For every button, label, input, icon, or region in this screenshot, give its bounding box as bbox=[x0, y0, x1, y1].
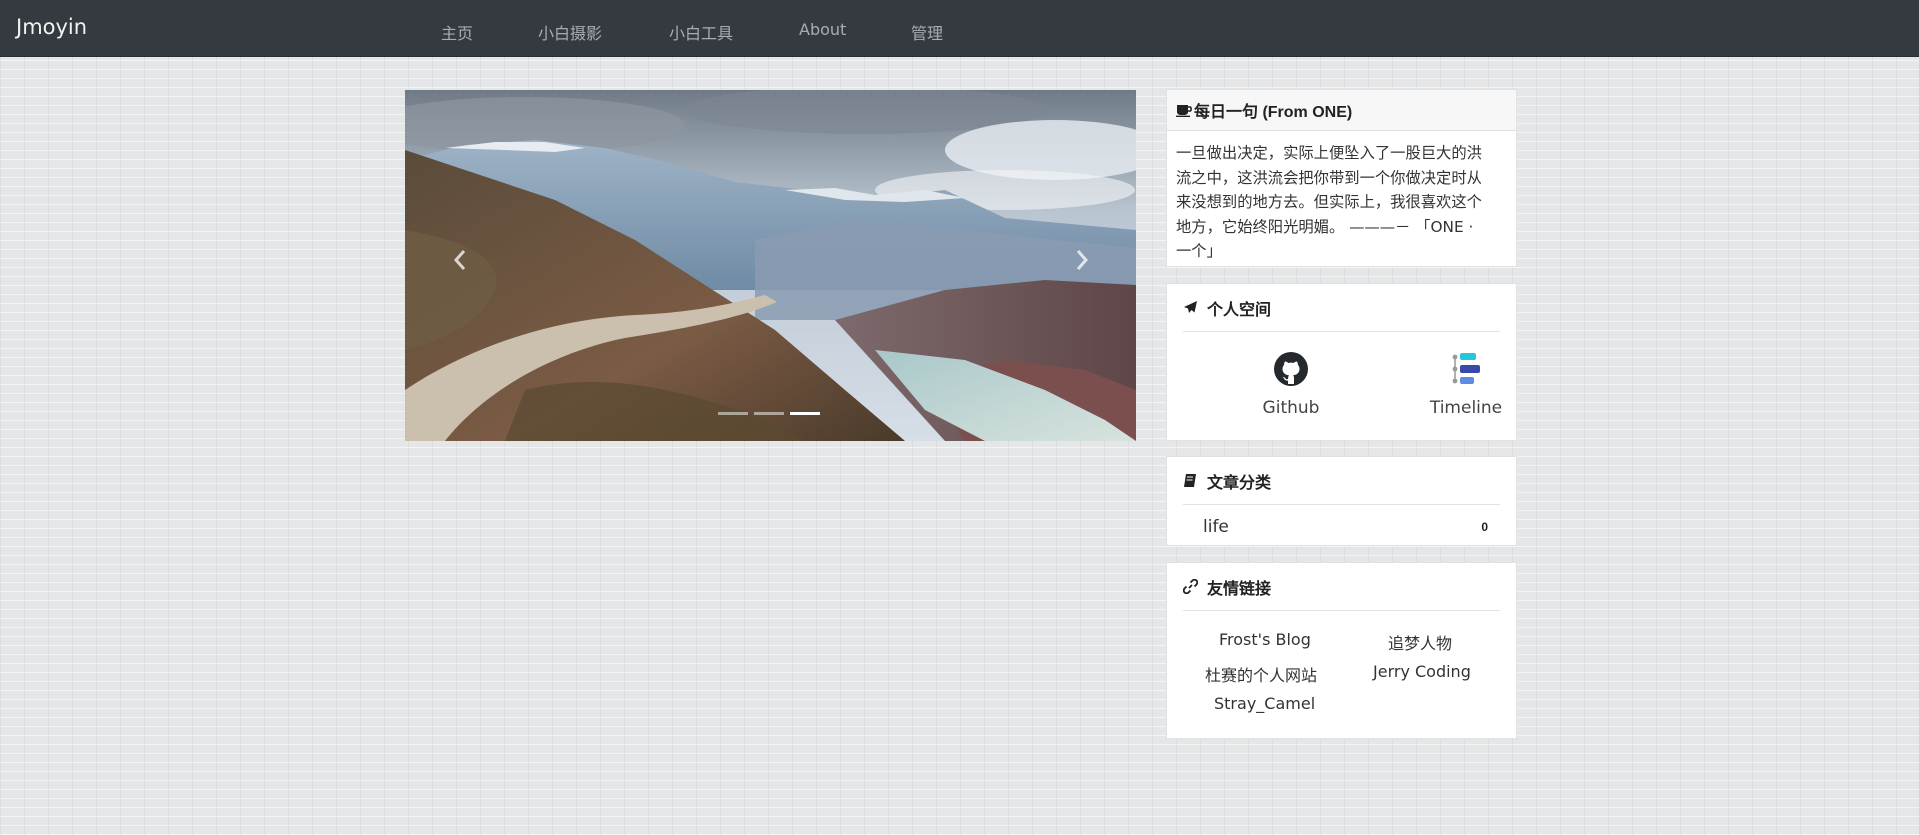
friend-link-dusai[interactable]: 杜赛的个人网站 bbox=[1205, 662, 1317, 686]
categories-header: 文章分类 bbox=[1183, 457, 1500, 505]
timeline-icon bbox=[1452, 353, 1480, 384]
carousel-slide-image bbox=[405, 90, 1136, 441]
daily-quote-card: 每日一句 (From ONE) 一旦做出决定，实际上便坠入了一股巨大的洪 流之中… bbox=[1166, 89, 1517, 267]
carousel-indicator-3[interactable] bbox=[790, 412, 820, 415]
friend-links-title: 友情链接 bbox=[1207, 580, 1272, 598]
nav-item-photography[interactable]: 小白摄影 bbox=[538, 20, 602, 44]
daily-quote-title: 每日一句 (From ONE) bbox=[1194, 104, 1353, 121]
friend-link-zhuimeng[interactable]: 追梦人物 bbox=[1388, 630, 1452, 654]
timeline-label: Timeline bbox=[1429, 398, 1503, 418]
timeline-link[interactable]: Timeline bbox=[1401, 350, 1531, 418]
brand-logo[interactable]: Jmoyin bbox=[16, 15, 87, 39]
friend-link-jerry[interactable]: Jerry Coding bbox=[1373, 662, 1471, 681]
categories-card: 文章分类 life 0 bbox=[1166, 456, 1517, 546]
nav-item-home[interactable]: 主页 bbox=[441, 20, 473, 44]
categories-title: 文章分类 bbox=[1207, 474, 1272, 492]
quote-line: 来没想到的地方去。但实际上，我很喜欢这个 bbox=[1176, 193, 1482, 211]
personal-space-header: 个人空间 bbox=[1183, 284, 1500, 332]
github-label: Github bbox=[1262, 398, 1320, 418]
friend-links-card: 友情链接 Frost's Blog 追梦人物 杜赛的个人网站 Jerry Cod… bbox=[1166, 562, 1517, 739]
book-icon bbox=[1183, 473, 1199, 488]
friend-links-header: 友情链接 bbox=[1183, 563, 1500, 611]
personal-space-card: 个人空间 Github Timeline bbox=[1166, 283, 1517, 441]
carousel-indicator-2[interactable] bbox=[754, 412, 784, 415]
coffee-cup-icon bbox=[1176, 105, 1192, 117]
github-link[interactable]: Github bbox=[1226, 350, 1356, 418]
quote-line: 一旦做出决定，实际上便坠入了一股巨大的洪 bbox=[1176, 144, 1482, 162]
paper-plane-icon bbox=[1183, 300, 1199, 315]
carousel-indicator-1[interactable] bbox=[718, 412, 748, 415]
chevron-left-icon bbox=[453, 250, 466, 270]
quote-line: 一个」 bbox=[1176, 242, 1222, 260]
nav-item-admin[interactable]: 管理 bbox=[911, 20, 943, 44]
nav-item-tools[interactable]: 小白工具 bbox=[669, 20, 733, 44]
category-count-badge: 0 bbox=[1481, 520, 1488, 534]
carousel-prev-button[interactable] bbox=[445, 240, 475, 280]
link-icon bbox=[1183, 579, 1199, 594]
github-icon bbox=[1274, 352, 1308, 386]
personal-space-title: 个人空间 bbox=[1207, 301, 1272, 319]
category-name: life bbox=[1203, 517, 1229, 537]
category-item-life[interactable]: life 0 bbox=[1203, 517, 1488, 537]
top-navbar: Jmoyin 主页 小白摄影 小白工具 About 管理 bbox=[0, 0, 1919, 57]
image-carousel bbox=[405, 90, 1136, 441]
daily-quote-header: 每日一句 (From ONE) bbox=[1167, 90, 1516, 131]
carousel-next-button[interactable] bbox=[1067, 240, 1097, 280]
friend-link-frost[interactable]: Frost's Blog bbox=[1219, 630, 1311, 649]
friend-link-stray-camel[interactable]: Stray_Camel bbox=[1214, 694, 1315, 713]
nav-item-about[interactable]: About bbox=[799, 20, 846, 39]
quote-line: 地方，它始终阳光明媚。 ———－ 「ONE · bbox=[1176, 217, 1474, 236]
chevron-right-icon bbox=[1076, 250, 1089, 270]
carousel-indicators bbox=[718, 412, 820, 415]
daily-quote-text: 一旦做出决定，实际上便坠入了一股巨大的洪 流之中，这洪流会把你带到一个你做决定时… bbox=[1167, 131, 1516, 274]
quote-line: 流之中，这洪流会把你带到一个你做决定时从 bbox=[1176, 168, 1482, 187]
